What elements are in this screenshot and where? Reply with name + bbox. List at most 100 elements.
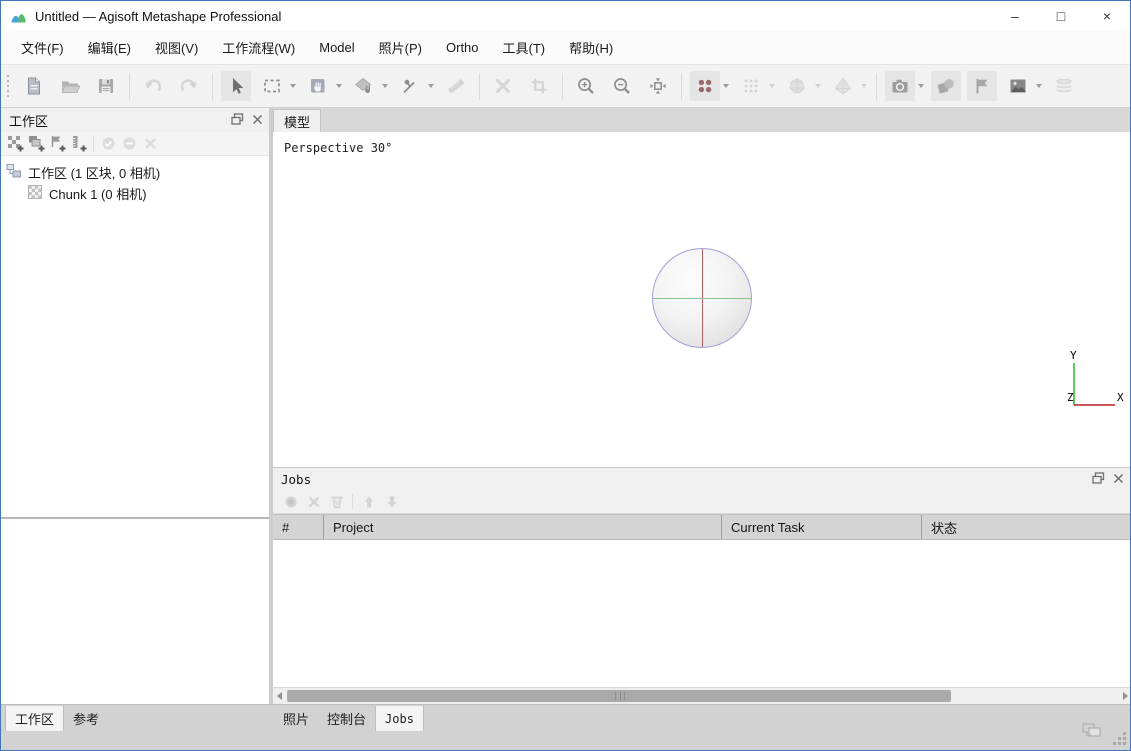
photos-pane-dropdown-icon[interactable]: [918, 84, 924, 88]
menu-edit[interactable]: 编辑(E): [76, 33, 143, 62]
menu-ortho[interactable]: Ortho: [434, 35, 491, 60]
view-tab-strip: 模型: [273, 108, 1131, 132]
tree-item-label: 工作区 (1 区块, 0 相机): [28, 163, 160, 182]
navigation-dropdown-icon[interactable]: [336, 84, 342, 88]
column-header-project[interactable]: Project: [324, 515, 722, 539]
menu-file[interactable]: 文件(F): [9, 33, 76, 62]
column-header-number[interactable]: #: [273, 515, 324, 539]
workspace-close-button[interactable]: [252, 113, 263, 128]
tab-workspace[interactable]: 工作区: [5, 706, 64, 731]
model-viewport[interactable]: Perspective 30° Y Z X: [273, 132, 1131, 467]
jobs-close-button[interactable]: [1113, 472, 1124, 487]
zoom-out-button[interactable]: [607, 71, 637, 101]
menu-view[interactable]: 视图(V): [143, 33, 210, 62]
column-header-current-task[interactable]: Current Task: [722, 515, 922, 539]
scroll-left-arrow-icon[interactable]: [277, 692, 282, 700]
ortho-view-button[interactable]: [1003, 71, 1033, 101]
show-cameras-dropdown-icon[interactable]: [723, 84, 729, 88]
toolbar-separator: [479, 73, 480, 100]
toolbar-drag-handle[interactable]: [7, 75, 9, 97]
column-header-status[interactable]: 状态: [922, 515, 1131, 539]
jobs-float-button[interactable]: [1092, 472, 1105, 487]
undo-button[interactable]: [138, 71, 168, 101]
tree-item-chunk-1[interactable]: Chunk 1 (0 相机): [1, 183, 269, 204]
menu-tools[interactable]: 工具(T): [491, 33, 558, 62]
add-chunk-button[interactable]: [5, 134, 26, 154]
zoom-in-button[interactable]: [571, 71, 601, 101]
menu-workflow[interactable]: 工作流程(W): [210, 33, 307, 62]
selection-tool-button[interactable]: [221, 71, 251, 101]
window-title: Untitled — Agisoft Metashape Professiona…: [35, 9, 281, 24]
ortho-view-dropdown-icon[interactable]: [1036, 84, 1042, 88]
new-project-button[interactable]: [19, 71, 49, 101]
jobs-horizontal-scrollbar[interactable]: [273, 687, 1131, 704]
scroll-right-arrow-icon[interactable]: [1123, 692, 1128, 700]
show-cameras-button[interactable]: [690, 71, 720, 101]
crop-button[interactable]: [524, 71, 554, 101]
navigation-tool-button[interactable]: [303, 71, 333, 101]
main-toolbar: [1, 64, 1130, 108]
tree-item-workspace-root[interactable]: 工作区 (1 区块, 0 相机): [1, 162, 269, 183]
model-sphere: [652, 248, 752, 348]
jobs-panel-title: Jobs: [281, 472, 311, 487]
clear-jobs-button[interactable]: [325, 492, 348, 512]
toolbar-separator: [876, 73, 877, 100]
disable-item-button[interactable]: [119, 134, 140, 154]
workspace-toolbar: [1, 132, 269, 156]
ruler-tool-button[interactable]: [441, 71, 471, 101]
jobs-table-header: # Project Current Task 状态: [273, 514, 1131, 540]
tie-points-button[interactable]: [782, 71, 812, 101]
workspace-panel-title: 工作区: [9, 111, 48, 130]
pause-job-button[interactable]: [279, 492, 302, 512]
markers-button[interactable]: [967, 71, 997, 101]
jobs-toolbar: [273, 490, 1131, 514]
enable-item-button[interactable]: [98, 134, 119, 154]
window-resize-grip[interactable]: [1112, 731, 1127, 749]
tab-model[interactable]: 模型: [273, 109, 321, 132]
point-cloud-button[interactable]: [736, 71, 766, 101]
point-cloud-dropdown-icon[interactable]: [769, 84, 775, 88]
add-scalebar-button[interactable]: [68, 134, 89, 154]
menu-help[interactable]: 帮助(H): [557, 33, 625, 62]
rectangle-selection-tool-button[interactable]: [257, 71, 287, 101]
tab-reference[interactable]: 参考: [64, 706, 108, 731]
delete-selection-button[interactable]: [488, 71, 518, 101]
maximize-button[interactable]: □: [1038, 1, 1084, 31]
tab-jobs[interactable]: Jobs: [375, 706, 424, 731]
redo-button[interactable]: [174, 71, 204, 101]
title-bar: Untitled — Agisoft Metashape Professiona…: [1, 1, 1130, 31]
point-tool-dropdown-icon[interactable]: [428, 84, 434, 88]
rectangle-selection-dropdown-icon[interactable]: [290, 84, 296, 88]
cancel-job-button[interactable]: [302, 492, 325, 512]
move-job-up-button[interactable]: [357, 492, 380, 512]
open-project-button[interactable]: [55, 71, 85, 101]
save-project-button[interactable]: [91, 71, 121, 101]
photos-pane-button[interactable]: [885, 71, 915, 101]
jobs-toolbar-separator: [352, 494, 353, 509]
dem-view-button[interactable]: [1049, 71, 1079, 101]
left-panel-splitter[interactable]: [1, 517, 269, 519]
tab-console[interactable]: 控制台: [318, 706, 375, 731]
rotate-object-dropdown-icon[interactable]: [382, 84, 388, 88]
model-view-button[interactable]: [828, 71, 858, 101]
remove-item-button[interactable]: [140, 134, 161, 154]
axis-z-label: Z: [1067, 391, 1074, 404]
move-job-down-button[interactable]: [380, 492, 403, 512]
menu-model[interactable]: Model: [307, 35, 366, 60]
add-photos-button[interactable]: [26, 134, 47, 154]
shapes-button[interactable]: [931, 71, 961, 101]
model-view-dropdown-icon[interactable]: [861, 84, 867, 88]
add-marker-button[interactable]: [47, 134, 68, 154]
fit-view-button[interactable]: [643, 71, 673, 101]
menu-photo[interactable]: 照片(P): [367, 33, 434, 62]
rotate-object-tool-button[interactable]: [349, 71, 379, 101]
tie-points-dropdown-icon[interactable]: [815, 84, 821, 88]
workspace-float-button[interactable]: [231, 113, 244, 128]
minimize-button[interactable]: –: [992, 1, 1038, 31]
close-button[interactable]: ×: [1084, 1, 1130, 31]
tab-photos[interactable]: 照片: [274, 706, 318, 731]
workspace-panel-header: 工作区: [1, 108, 269, 132]
application-window: Untitled — Agisoft Metashape Professiona…: [0, 0, 1131, 751]
scrollbar-thumb[interactable]: [287, 690, 951, 702]
point-tool-button[interactable]: [395, 71, 425, 101]
